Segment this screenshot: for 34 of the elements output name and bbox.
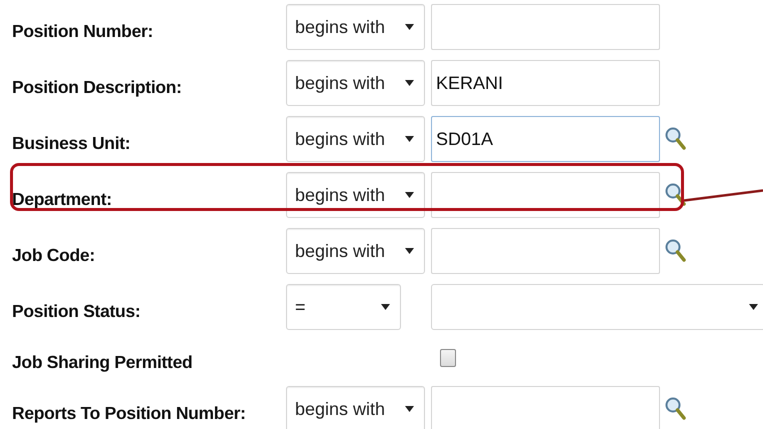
caret-icon <box>381 304 390 310</box>
operator-dropdown[interactable]: = <box>286 284 401 330</box>
field-label: Job Code: <box>11 244 96 266</box>
checkbox[interactable] <box>440 349 456 367</box>
field-label: Job Sharing Permitted <box>11 350 194 372</box>
operator-dropdown[interactable]: begins with <box>286 116 425 162</box>
caret-icon <box>749 304 758 310</box>
caret-icon <box>405 136 414 142</box>
search-icon[interactable] <box>665 127 686 151</box>
operator-dropdown[interactable]: begins with <box>286 172 425 218</box>
operator-dropdown[interactable]: begins with <box>286 4 425 50</box>
search-icon[interactable] <box>665 397 686 421</box>
field-label: Department: <box>11 188 113 210</box>
caret-icon <box>405 24 414 30</box>
text-field[interactable]: KERANI <box>431 60 660 106</box>
field-label: Position Description: <box>11 76 183 98</box>
field-label: Reports To Position Number: <box>11 402 247 424</box>
text-field[interactable] <box>431 228 660 274</box>
text-field[interactable] <box>431 172 660 218</box>
field-label: Business Unit: <box>11 132 132 154</box>
text-field[interactable] <box>431 4 660 50</box>
caret-icon <box>405 80 414 86</box>
operator-dropdown[interactable]: begins with <box>286 386 425 429</box>
field-label: Position Status: <box>11 300 142 322</box>
operator-dropdown[interactable]: begins with <box>286 228 425 274</box>
text-field[interactable] <box>431 386 660 429</box>
operator-dropdown[interactable]: begins with <box>286 60 425 106</box>
caret-icon <box>405 406 414 412</box>
field-label: Position Number: <box>11 20 154 42</box>
caret-icon <box>405 192 414 198</box>
caret-icon <box>405 248 414 254</box>
search-icon[interactable] <box>665 183 686 207</box>
search-icon[interactable] <box>665 239 686 263</box>
text-field[interactable]: SD01A <box>431 116 660 162</box>
